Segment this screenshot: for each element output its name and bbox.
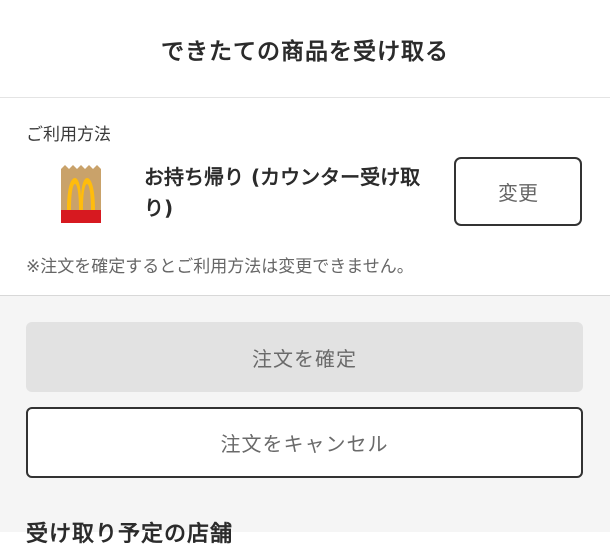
- page-header: できたての商品を受け取る: [0, 0, 610, 98]
- pickup-store-heading: 受け取り予定の店舗: [26, 522, 234, 547]
- cancel-order-button[interactable]: 注文をキャンセル: [26, 407, 583, 478]
- usage-method-note: ※注文を確定するとご利用方法は変更できません。: [26, 257, 414, 277]
- usage-method-section: ご利用方法 お持ち帰り (カウンター受け取り) 変更 ※注文を確定するとご利用方…: [0, 98, 610, 296]
- usage-method-label: ご利用方法: [26, 125, 111, 145]
- confirm-order-button[interactable]: 注文を確定: [26, 322, 583, 392]
- change-method-button[interactable]: 変更: [454, 157, 582, 226]
- takeout-bag-icon: [61, 165, 101, 223]
- order-actions-section: 注文を確定 注文をキャンセル 受け取り予定の店舗: [0, 296, 610, 547]
- usage-method-value: お持ち帰り (カウンター受け取り): [144, 165, 421, 220]
- page-title: できたての商品を受け取る: [161, 38, 449, 65]
